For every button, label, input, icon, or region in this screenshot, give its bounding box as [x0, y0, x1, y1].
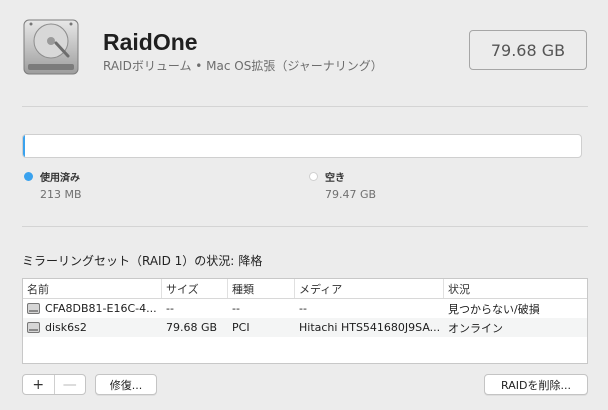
- usage-bar-fill: [23, 135, 25, 157]
- used-label: 使用済み: [40, 173, 80, 184]
- table-row[interactable]: CFA8DB81-E16C-4... -- -- -- 見つからない/破損: [23, 299, 587, 318]
- row-name-cell: CFA8DB81-E16C-4...: [23, 302, 162, 315]
- used-value: 213 MB: [40, 188, 82, 201]
- row-size: 79.68 GB: [166, 321, 218, 334]
- disk-icon: [27, 322, 40, 333]
- delete-raid-button[interactable]: RAIDを削除...: [484, 374, 588, 395]
- column-header-size[interactable]: サイズ: [162, 279, 228, 298]
- usage-divider: [22, 226, 588, 227]
- volume-subtitle: RAIDボリューム • Mac OS拡張（ジャーナリング）: [103, 59, 383, 73]
- row-status: 見つからない/破損: [448, 302, 540, 316]
- repair-button[interactable]: 修復...: [95, 374, 157, 395]
- disk-icon: [27, 303, 40, 314]
- column-header-status[interactable]: 状況: [444, 279, 587, 298]
- row-media: --: [299, 302, 307, 315]
- free-dot-icon: [309, 172, 318, 181]
- table-row[interactable]: disk6s2 79.68 GB PCI Hitachi HTS541680J9…: [23, 318, 587, 337]
- raid-members-table: 名前 サイズ 種類 メディア 状況 CFA8DB81-E16C-4... -- …: [22, 278, 588, 364]
- row-size: --: [166, 302, 174, 315]
- row-status: オンライン: [448, 321, 503, 335]
- volume-header: RaidOne RAIDボリューム • Mac OS拡張（ジャーナリング） 79…: [0, 0, 608, 100]
- used-legend: 使用済み: [24, 169, 80, 184]
- usage-bar: [22, 134, 582, 158]
- used-dot-icon: [24, 172, 33, 181]
- free-value: 79.47 GB: [325, 188, 377, 201]
- row-name-cell: disk6s2: [23, 321, 162, 334]
- hard-drive-icon: [23, 19, 79, 75]
- row-type: --: [232, 302, 240, 315]
- row-type: PCI: [232, 321, 250, 334]
- remove-member-button[interactable]: —: [53, 375, 86, 394]
- add-remove-control: + —: [22, 374, 86, 395]
- volume-name: RaidOne: [103, 29, 198, 55]
- add-member-button[interactable]: +: [23, 375, 54, 394]
- row-media: Hitachi HTS541680J9SA...: [299, 321, 441, 334]
- row-name: CFA8DB81-E16C-4...: [45, 302, 157, 315]
- column-header-media[interactable]: メディア: [295, 279, 444, 298]
- header-divider: [22, 106, 588, 107]
- column-header-name[interactable]: 名前: [23, 279, 162, 298]
- mirror-status-value: 降格: [238, 254, 263, 268]
- volume-capacity: 79.68 GB: [469, 30, 587, 70]
- mirror-status: ミラーリングセット（RAID 1）の状況: 降格: [22, 252, 262, 269]
- column-header-type[interactable]: 種類: [228, 279, 295, 298]
- mirror-status-label: ミラーリングセット（RAID 1）の状況:: [22, 254, 235, 268]
- free-legend: 空き: [309, 169, 345, 184]
- free-label: 空き: [325, 173, 345, 184]
- table-header: 名前 サイズ 種類 メディア 状況: [23, 279, 587, 299]
- row-name: disk6s2: [45, 321, 87, 334]
